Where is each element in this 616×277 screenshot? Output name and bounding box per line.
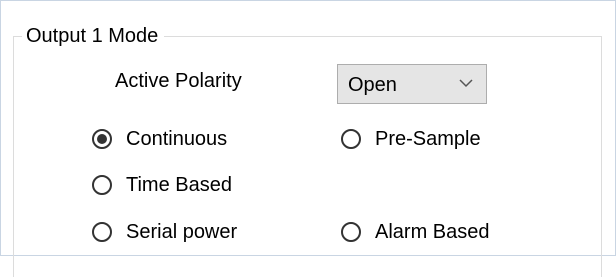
radio-button-icon [341, 222, 361, 242]
active-polarity-dropdown[interactable]: Open [337, 64, 487, 104]
dropdown-selected-value: Open [348, 74, 397, 96]
radio-label-continuous: Continuous [126, 128, 228, 150]
chevron-down-icon [459, 79, 473, 88]
radio-button-icon [92, 129, 112, 149]
radio-label-alarm-based: Alarm Based [375, 221, 490, 243]
radio-button-icon [92, 222, 112, 242]
radio-label-serial-power: Serial power [126, 221, 238, 243]
active-polarity-label: Active Polarity [115, 70, 242, 92]
radio-label-time-based: Time Based [126, 174, 232, 196]
radio-label-pre-sample: Pre-Sample [375, 128, 481, 150]
radio-button-icon [92, 175, 112, 195]
radio-button-icon [341, 129, 361, 149]
groupbox-title: Output 1 Mode [22, 23, 165, 49]
radio-selected-dot [97, 134, 107, 144]
